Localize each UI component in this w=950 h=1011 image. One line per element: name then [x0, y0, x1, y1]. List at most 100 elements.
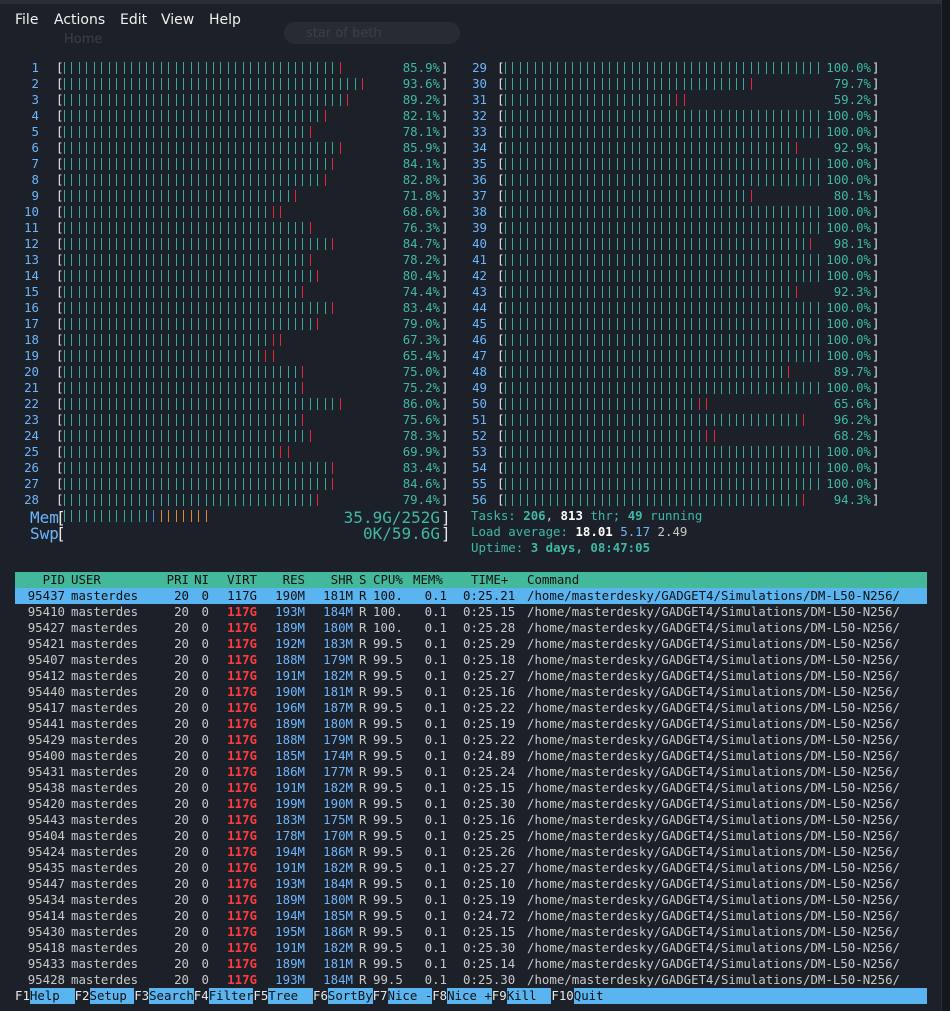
fkey-f2[interactable]: F2 [75, 988, 90, 1004]
cpu-bar-tick [788, 286, 790, 298]
column-header-res[interactable]: RES [259, 572, 305, 588]
cpu-percent: 80.4% [402, 268, 440, 283]
process-row[interactable]: 95441 masterdes 20 0 117G 189M 180M R 99.5 0.1 0:2… [15, 716, 927, 732]
cpu-bar-tick [242, 158, 244, 170]
cpu-bar-tick [175, 302, 177, 314]
process-row[interactable]: 95421 masterdes 20 0 117G 192M 183M R 99.5 0.1 0:2… [15, 636, 927, 652]
process-row[interactable]: 95440 masterdes 20 0 117G 190M 181M R 99.5 0.1 0:2… [15, 684, 927, 700]
process-row[interactable]: 95438 masterdes 20 0 117G 191M 182M R 99.5 0.1 0:2… [15, 780, 927, 796]
process-row[interactable]: 95437 masterdes 20 0 117G 190M 181M R 100. 0.1 0:2… [15, 588, 927, 604]
menu-file[interactable]: File [15, 12, 38, 28]
process-row[interactable]: 95429 masterdes 20 0 117G 188M 179M R 99.5 0.1 0:2… [15, 732, 927, 748]
process-row[interactable]: 95443 masterdes 20 0 117G 183M 175M R 99.5 0.1 0:2… [15, 812, 927, 828]
fkey-f1-label[interactable]: Help [29, 988, 75, 1004]
window-scrollbar[interactable] [941, 0, 950, 1011]
fkey-f5[interactable]: F5 [253, 988, 268, 1004]
process-row[interactable]: 95400 masterdes 20 0 117G 185M 174M R 99.5 0.1 0:2… [15, 748, 927, 764]
column-header-ni[interactable]: NI [189, 572, 209, 588]
process-row[interactable]: 95424 masterdes 20 0 117G 194M 186M R 99.5 0.1 0:2… [15, 844, 927, 860]
process-row[interactable]: 95414 masterdes 20 0 117G 194M 185M R 99.5 0.1 0:2… [15, 908, 927, 924]
fkey-f3[interactable]: F3 [134, 988, 149, 1004]
fkey-f10-label[interactable]: Quit [573, 988, 927, 1004]
column-header-cpu[interactable]: CPU% [373, 572, 413, 588]
process-row[interactable]: 95412 masterdes 20 0 117G 191M 182M R 99.5 0.1 0:2… [15, 668, 927, 684]
meter-bracket-open: [ [56, 252, 64, 267]
cpu-bar-tick [160, 430, 162, 442]
process-pid: 95418 [27, 940, 65, 955]
cpu-bar-tick [728, 494, 730, 506]
fkey-f7[interactable]: F7 [373, 988, 388, 1004]
column-header-pri[interactable]: PRI [151, 572, 189, 588]
process-row[interactable]: 95430 masterdes 20 0 117G 195M 186M R 99.5 0.1 0:2… [15, 924, 927, 940]
menu-help[interactable]: Help [209, 12, 241, 28]
fkey-f4-label[interactable]: Filter [208, 988, 253, 1004]
fkey-f2-label[interactable]: Setup [89, 988, 135, 1004]
cpu-bar-tick [803, 222, 804, 234]
process-row[interactable]: 95433 masterdes 20 0 117G 189M 181M R 99.5 0.1 0:2… [15, 956, 927, 972]
fkey-f6[interactable]: F6 [313, 988, 328, 1004]
cpu-bar-tick [795, 158, 797, 170]
fkey-f9[interactable]: F9 [492, 988, 507, 1004]
fkey-f1[interactable]: F1 [15, 988, 30, 1004]
process-row[interactable]: 95427 masterdes 20 0 117G 189M 180M R 100. 0.1 0:2… [15, 620, 927, 636]
process-row[interactable]: 95404 masterdes 20 0 117G 178M 170M R 99.5 0.1 0:2… [15, 828, 927, 844]
memory-bar-tick [205, 510, 207, 522]
cpu-bar-tick [93, 478, 95, 490]
menu-view[interactable]: View [161, 12, 194, 28]
process-cpu: 99.5 [373, 956, 403, 971]
column-header-command[interactable]: Command [527, 572, 627, 588]
process-row[interactable]: 95431 masterdes 20 0 117G 186M 177M R 99.5 0.1 0:2… [15, 764, 927, 780]
column-header-pid[interactable]: PID [21, 572, 65, 588]
cpu-bar-tick [624, 238, 626, 250]
process-res: 189M [275, 956, 305, 971]
cpu-bar-tick [639, 350, 641, 362]
fkey-f4[interactable]: F4 [194, 988, 209, 1004]
cpu-meter-31: 31[] 59.2% [455, 92, 925, 108]
fkey-f8[interactable]: F8 [432, 988, 447, 1004]
column-header-s[interactable]: S [359, 572, 371, 588]
process-row[interactable]: 95418 masterdes 20 0 117G 191M 182M R 99.5 0.1 0:2… [15, 940, 927, 956]
process-row[interactable]: 95410 masterdes 20 0 117G 193M 184M R 100. 0.1 0:2… [15, 604, 927, 620]
fkey-f3-label[interactable]: Search [149, 988, 194, 1004]
process-row[interactable]: 95447 masterdes 20 0 117G 193M 184M R 99.5 0.1 0:2… [15, 876, 927, 892]
fkey-f10[interactable]: F10 [551, 988, 573, 1004]
column-header-user[interactable]: USER [71, 572, 131, 588]
cpu-bar-tick [138, 318, 140, 330]
cpu-bar-tick [220, 462, 222, 474]
cpu-bar-tick [706, 142, 708, 154]
cpu-bar-tick [101, 414, 103, 426]
cpu-bar-tick [294, 158, 296, 170]
cpu-bar-tick [324, 174, 326, 186]
cpu-bar-tick [86, 462, 88, 474]
cpu-bar-tick [631, 286, 633, 298]
fkey-f5-label[interactable]: Tree [268, 988, 313, 1004]
cpu-bar-tick [294, 366, 296, 378]
process-row[interactable]: 95407 masterdes 20 0 117G 188M 179M R 99.5 0.1 0:2… [15, 652, 927, 668]
column-header-virt[interactable]: VIRT [211, 572, 257, 588]
process-row[interactable]: 95417 masterdes 20 0 117G 196M 187M R 99.5 0.1 0:2… [15, 700, 927, 716]
cpu-bar-tick [624, 286, 626, 298]
tasks-label: Tasks: [471, 508, 516, 523]
cpu-bar-tick [317, 462, 319, 474]
cpu-bar-tick [750, 286, 752, 298]
column-header-shr[interactable]: SHR [309, 572, 353, 588]
menu-actions[interactable]: Actions [54, 12, 105, 28]
fkey-f8-label[interactable]: Nice + [447, 988, 492, 1004]
cpu-bar-tick [609, 446, 611, 458]
menu-edit[interactable]: Edit [120, 12, 147, 28]
fkey-f6-label[interactable]: SortBy [327, 988, 373, 1004]
process-row[interactable]: 95420 masterdes 20 0 117G 199M 190M R 99.5 0.1 0:2… [15, 796, 927, 812]
column-header-mem[interactable]: MEM% [413, 572, 453, 588]
cpu-bar-tick [631, 478, 633, 490]
cpu-bar-tick [101, 382, 103, 394]
fkey-f7-label[interactable]: Nice - [387, 988, 432, 1004]
cpu-bar-tick [542, 494, 544, 506]
cpu-bar-tick [735, 222, 737, 234]
cpu-bar-tick [631, 254, 633, 266]
cpu-bar-tick [138, 334, 140, 346]
process-row[interactable]: 95435 masterdes 20 0 117G 191M 182M R 99.5 0.1 0:2… [15, 860, 927, 876]
column-header-time[interactable]: TIME+ [471, 572, 527, 588]
process-row[interactable]: 95428 masterdes 20 0 117G 193M 184M R 99.5 0.1 0:2… [15, 972, 927, 988]
fkey-f9-label[interactable]: Kill [506, 988, 552, 1004]
process-row[interactable]: 95434 masterdes 20 0 117G 189M 180M R 99.5 0.1 0:2… [15, 892, 927, 908]
